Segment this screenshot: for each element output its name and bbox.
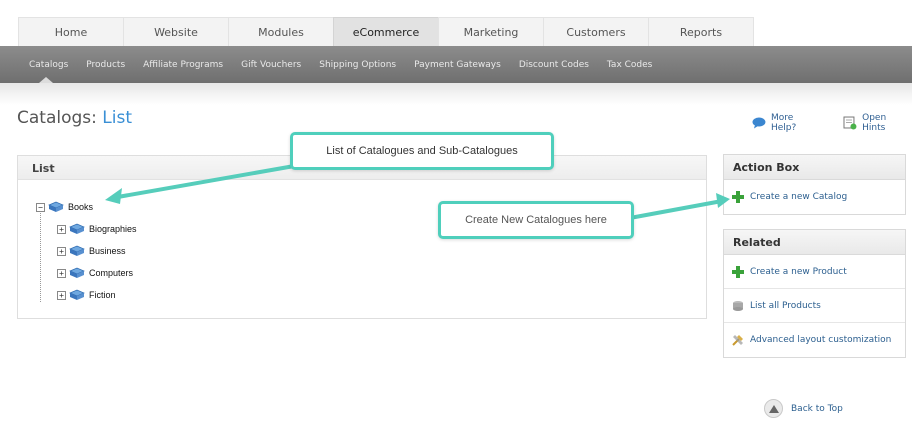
subnav-payment-gateways[interactable]: Payment Gateways: [414, 60, 501, 70]
related-heading: Related: [724, 230, 905, 255]
create-catalog-link[interactable]: Create a new Catalog: [724, 180, 905, 214]
expand-toggle-icon[interactable]: +: [57, 224, 66, 234]
page-title-accent: List: [102, 108, 132, 128]
tools-icon: [732, 334, 744, 346]
expand-toggle-icon[interactable]: +: [57, 268, 66, 278]
callout-create-note: Create New Catalogues here: [438, 201, 634, 239]
top-bar: Home Website Modules eCommerce Marketing…: [0, 0, 912, 46]
callout-list-text: List of Catalogues and Sub-Catalogues: [326, 145, 518, 157]
tree-label-computers[interactable]: Computers: [89, 268, 133, 278]
book-icon: [69, 245, 85, 256]
subnav-shadow: [0, 83, 912, 105]
tree-label-books[interactable]: Books: [68, 202, 93, 212]
list-products-link[interactable]: List all Products: [724, 289, 905, 323]
subnav-affiliate-programs[interactable]: Affiliate Programs: [143, 60, 223, 70]
tree-node-business[interactable]: + Business: [36, 240, 137, 262]
subnav-tax-codes[interactable]: Tax Codes: [607, 60, 652, 70]
products-icon: [732, 300, 744, 312]
callout-list-note: List of Catalogues and Sub-Catalogues: [290, 132, 554, 170]
subnav-discount-codes[interactable]: Discount Codes: [519, 60, 589, 70]
speech-bubble-icon: [752, 117, 766, 129]
more-help-link[interactable]: More Help?: [752, 113, 821, 133]
collapse-toggle-icon[interactable]: −: [36, 202, 45, 212]
subnav-catalogs[interactable]: Catalogs: [29, 60, 68, 70]
back-to-top-link[interactable]: Back to Top: [764, 399, 843, 418]
tab-ecommerce[interactable]: eCommerce: [333, 17, 439, 46]
expand-toggle-icon[interactable]: +: [57, 246, 66, 256]
up-arrow-icon: [764, 399, 783, 418]
expand-toggle-icon[interactable]: +: [57, 290, 66, 300]
sub-navigation: Catalogs Products Affiliate Programs Gif…: [0, 46, 912, 83]
action-box: Action Box Create a new Catalog: [723, 154, 906, 215]
subnav-shipping-options[interactable]: Shipping Options: [319, 60, 396, 70]
help-links: More Help? Open Hints: [752, 113, 912, 133]
active-subnav-indicator: [39, 77, 53, 83]
create-product-link[interactable]: Create a new Product: [724, 255, 905, 289]
plus-icon: [732, 265, 744, 278]
tab-home[interactable]: Home: [18, 17, 124, 46]
tab-reports[interactable]: Reports: [648, 17, 754, 46]
tree-node-computers[interactable]: + Computers: [36, 262, 137, 284]
page-title-prefix: Catalogs:: [17, 108, 97, 128]
tree-node-books[interactable]: − Books: [36, 196, 137, 218]
advanced-layout-link[interactable]: Advanced layout customization: [724, 323, 905, 357]
list-products-label[interactable]: List all Products: [750, 301, 821, 311]
create-product-label[interactable]: Create a new Product: [750, 267, 847, 277]
page-title: Catalogs: List: [17, 108, 132, 128]
back-to-top-label[interactable]: Back to Top: [791, 404, 843, 414]
book-icon: [69, 267, 85, 278]
subnav-products[interactable]: Products: [86, 60, 125, 70]
tab-customers[interactable]: Customers: [543, 17, 649, 46]
main-tabs: Home Website Modules eCommerce Marketing…: [18, 17, 754, 46]
plus-icon: [732, 191, 744, 203]
catalog-tree: − Books + Biographies + Business + Compu…: [36, 196, 137, 306]
more-help-label: More Help?: [770, 113, 797, 133]
tree-node-biographies[interactable]: + Biographies: [36, 218, 137, 240]
tree-label-business[interactable]: Business: [89, 246, 126, 256]
tab-marketing[interactable]: Marketing: [438, 17, 544, 46]
book-icon: [69, 223, 85, 234]
hints-icon: [843, 116, 857, 130]
tree-node-fiction[interactable]: + Fiction: [36, 284, 137, 306]
book-icon: [48, 201, 64, 212]
callout-create-text: Create New Catalogues here: [465, 214, 607, 226]
tree-label-biographies[interactable]: Biographies: [89, 224, 137, 234]
create-catalog-label[interactable]: Create a new Catalog: [750, 192, 847, 202]
subnav-gift-vouchers[interactable]: Gift Vouchers: [241, 60, 301, 70]
open-hints-label: Open Hints: [862, 113, 887, 133]
tree-label-fiction[interactable]: Fiction: [89, 290, 116, 300]
action-box-heading: Action Box: [724, 155, 905, 180]
book-icon: [69, 289, 85, 300]
tab-website[interactable]: Website: [123, 17, 229, 46]
advanced-layout-label[interactable]: Advanced layout customization: [750, 335, 891, 345]
tab-modules[interactable]: Modules: [228, 17, 334, 46]
related-box: Related Create a new Product List all Pr…: [723, 229, 906, 358]
open-hints-link[interactable]: Open Hints: [843, 113, 912, 133]
